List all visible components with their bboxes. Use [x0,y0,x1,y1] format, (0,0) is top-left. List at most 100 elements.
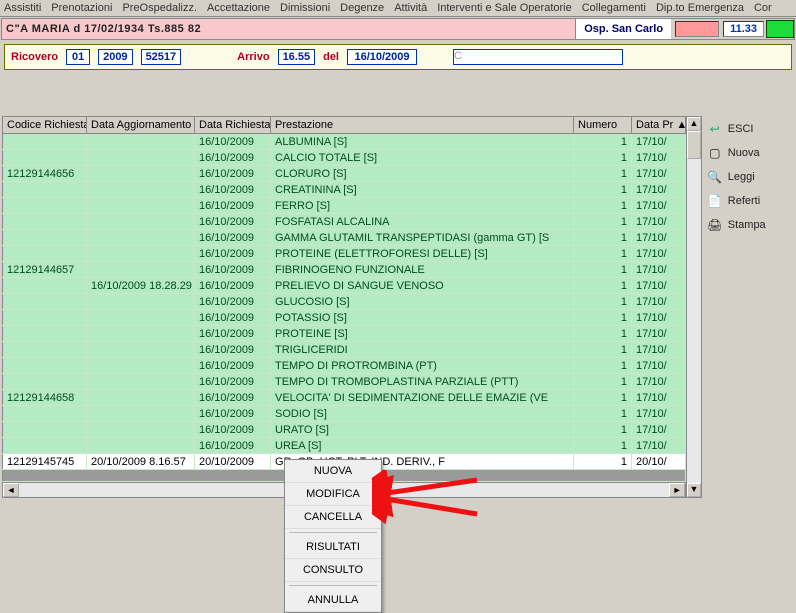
scroll-right-icon[interactable]: ► [669,483,685,497]
print-icon: 🖨 [708,218,722,232]
table-row[interactable]: 16/10/2009URATO [S]117/10/ [3,422,686,438]
side-nuova[interactable]: ▢ Nuova [706,144,792,162]
del-field[interactable]: 16/10/2009 [347,49,417,65]
v-scroll-track[interactable] [687,131,701,483]
table-row[interactable]: 16/10/2009POTASSIO [S]117/10/ [3,310,686,326]
ctx-risultati[interactable]: RISULTATI [285,536,381,559]
side-referti[interactable]: 📄 Referti [706,192,792,210]
ricovero-field-2[interactable]: 2009 [98,49,132,65]
cell-prest: CLORURO [S] [271,166,574,182]
ricovero-field-1[interactable]: 01 [66,49,90,65]
col-codice[interactable]: Codice Richiesta [3,117,87,134]
table-row[interactable]: 16/10/2009GAMMA GLUTAMIL TRANSPEPTIDASI … [3,230,686,246]
cell-data: 16/10/2009 [195,262,271,278]
side-label: Leggi [728,171,755,183]
col-data-pr[interactable]: Data Pr ▲ [632,117,686,134]
arrivo-label: Arrivo [237,51,269,63]
side-stampa[interactable]: 🖨 Stampa [706,216,792,234]
cell-dp: 17/10/ [632,406,686,422]
scroll-down-icon[interactable]: ▼ [687,483,701,497]
cell-dp: 17/10/ [632,342,686,358]
cell-prest: ALBUMINA [S] [271,134,574,150]
cell-data: 16/10/2009 [195,214,271,230]
scroll-left-icon[interactable]: ◄ [3,483,19,497]
table-row[interactable]: 16/10/2009CREATININA [S]117/10/ [3,182,686,198]
cell-dp: 17/10/ [632,230,686,246]
table-row[interactable]: 16/10/2009GLUCOSIO [S]117/10/ [3,294,686,310]
table-row[interactable]: 16/10/2009TRIGLICERIDI117/10/ [3,342,686,358]
cell-dp: 20/10/ [632,454,686,470]
table-row[interactable]: 16/10/2009FOSFATASI ALCALINA117/10/ [3,214,686,230]
menu-interventi[interactable]: Interventi e Sale Operatorie [437,2,572,14]
menu-collegamenti[interactable]: Collegamenti [582,2,646,14]
side-esci[interactable]: ↩ ESCI [706,120,792,138]
col-data-richiesta[interactable]: Data Richiesta [195,117,271,134]
cell-dp: 17/10/ [632,198,686,214]
ctx-cancella[interactable]: CANCELLA [285,506,381,529]
cell-agg [87,294,195,310]
v-scrollbar[interactable]: ▲ ▼ [686,116,702,498]
table-row[interactable]: 16/10/2009TEMPO DI PROTROMBINA (PT)117/1… [3,358,686,374]
menu-assistiti[interactable]: Assistiti [4,2,41,14]
cell-agg [87,230,195,246]
menu-accettazione[interactable]: Accettazione [207,2,270,14]
cell-num: 1 [574,438,632,454]
ctx-nuova[interactable]: NUOVA [285,460,381,483]
table-row[interactable]: 1212914465616/10/2009CLORURO [S]117/10/ [3,166,686,182]
menu-dimissioni[interactable]: Dimissioni [280,2,330,14]
cell-agg [87,246,195,262]
col-numero[interactable]: Numero [574,117,632,134]
cell-data: 16/10/2009 [195,230,271,246]
table-row[interactable]: 16/10/2009CALCIO TOTALE [S]117/10/ [3,150,686,166]
cell-cod: 12129144657 [3,262,87,278]
ricovero-field-3[interactable]: 52517 [141,49,182,65]
cell-data: 16/10/2009 [195,342,271,358]
cell-prest: TEMPO DI PROTROMBINA (PT) [271,358,574,374]
side-leggi[interactable]: 🔍 Leggi [706,168,792,186]
menu-degenze[interactable]: Degenze [340,2,384,14]
ricovero-label: Ricovero [11,51,58,63]
col-aggiornamento[interactable]: Data Aggiornamento [87,117,195,134]
cell-prest: UREA [S] [271,438,574,454]
table-row[interactable]: 16/10/2009SODIO [S]117/10/ [3,406,686,422]
cell-prest: URATO [S] [271,422,574,438]
cell-agg [87,262,195,278]
menu-prenotazioni[interactable]: Prenotazioni [51,2,112,14]
context-menu: NUOVAMODIFICACANCELLA RISULTATICONSULTO AN… [284,459,382,613]
menu-dipemerg[interactable]: Dip.to Emergenza [656,2,744,14]
table-row[interactable]: 1212914465716/10/2009FIBRINOGENO FUNZION… [3,262,686,278]
col-prestazione[interactable]: Prestazione [271,117,574,134]
table-row[interactable]: 1212914465816/10/2009VELOCITA' DI SEDIME… [3,390,686,406]
cell-num: 1 [574,214,632,230]
cell-num: 1 [574,134,632,150]
del-label: del [323,51,339,63]
ctx-annulla[interactable]: ANNULLA [285,589,381,612]
patient-field[interactable]: C [453,49,623,65]
side-label: ESCI [728,123,754,135]
ricovero-bar: Ricovero 01 2009 52517 Arrivo 16.55 del … [4,44,792,70]
cell-data: 16/10/2009 [195,182,271,198]
ctx-modifica[interactable]: MODIFICA [285,483,381,506]
table-row[interactable]: 16/10/2009FERRO [S]117/10/ [3,198,686,214]
table-row[interactable]: 16/10/2009 18.28.2916/10/2009PRELIEVO DI… [3,278,686,294]
cell-dp: 17/10/ [632,438,686,454]
side-toolbar: ↩ ESCI ▢ Nuova 🔍 Leggi 📄 Referti 🖨 Stamp… [704,116,794,498]
cell-cod: 12129144658 [3,390,87,406]
table-row[interactable]: 16/10/2009PROTEINE [S]117/10/ [3,326,686,342]
results-grid[interactable]: Codice Richiesta Data Aggiornamento Data… [2,116,686,482]
cell-agg: 16/10/2009 18.28.29 [87,278,195,294]
table-row[interactable]: 16/10/2009PROTEINE (ELETTROFORESI DELLE)… [3,246,686,262]
menu-attivita[interactable]: Attività [394,2,427,14]
menu-preosped[interactable]: PreOspedalizz. [122,2,197,14]
ctx-consulto[interactable]: CONSULTO [285,559,381,582]
scroll-up-icon[interactable]: ▲ [687,117,701,131]
arrivo-field[interactable]: 16.55 [278,49,316,65]
cell-data: 16/10/2009 [195,246,271,262]
v-scroll-thumb[interactable] [687,131,701,159]
table-row[interactable]: 16/10/2009UREA [S]117/10/ [3,438,686,454]
table-row[interactable]: 16/10/2009TEMPO DI TROMBOPLASTINA PARZIA… [3,374,686,390]
cell-agg [87,166,195,182]
cell-prest: CALCIO TOTALE [S] [271,150,574,166]
table-row[interactable]: 16/10/2009ALBUMINA [S]117/10/ [3,134,686,150]
menu-cor[interactable]: Cor [754,2,772,14]
